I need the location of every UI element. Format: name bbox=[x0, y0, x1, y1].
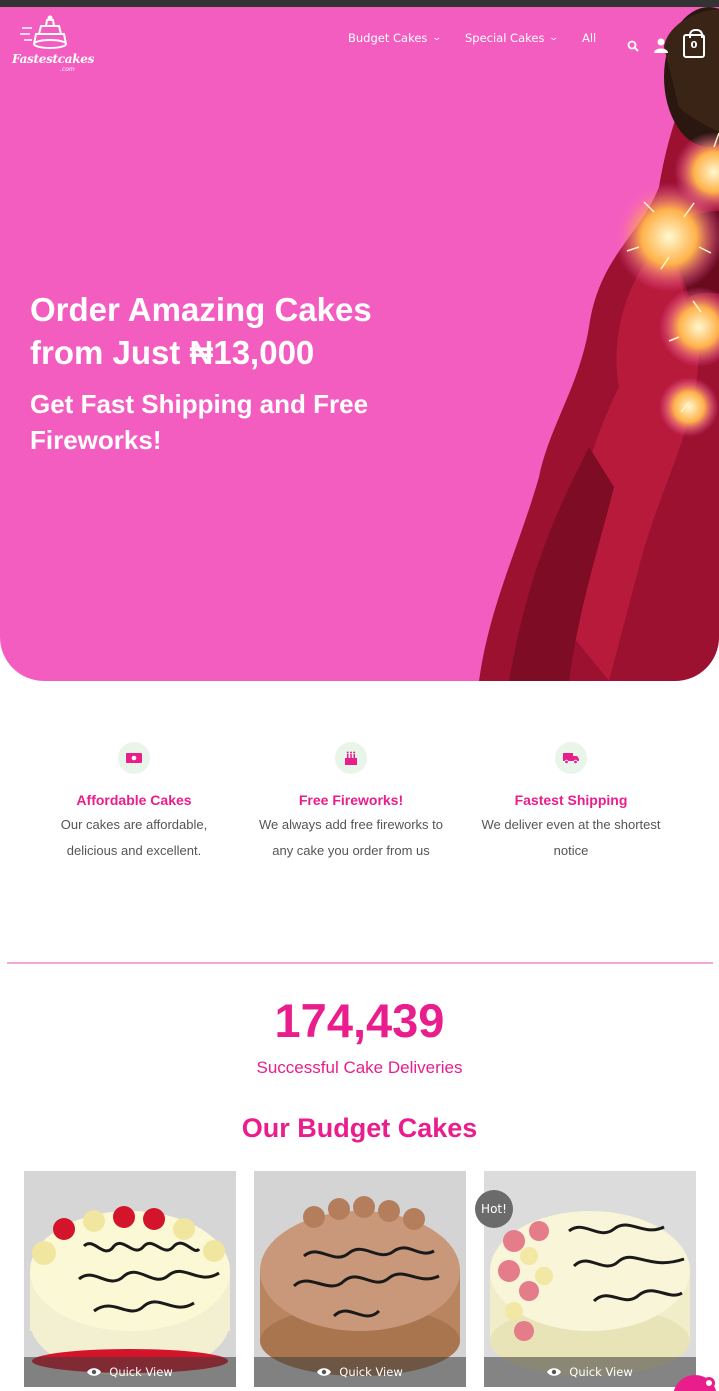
feature-shipping: Fastest Shipping We deliver even at the … bbox=[471, 742, 671, 864]
truck-icon bbox=[555, 742, 587, 774]
feature-fireworks: Free Fireworks! We always add free firew… bbox=[251, 742, 451, 864]
feature-description: We deliver even at the shortest notice bbox=[481, 817, 661, 858]
search-icon[interactable] bbox=[627, 40, 639, 52]
quick-view-button[interactable]: Quick View bbox=[484, 1357, 696, 1387]
feature-description: We always add free fireworks to any cake… bbox=[259, 817, 443, 858]
chevron-down-icon: ⌄ bbox=[431, 33, 443, 43]
eye-icon bbox=[317, 1368, 332, 1376]
cake-logo-icon bbox=[20, 15, 67, 49]
product-card[interactable]: Quick View bbox=[24, 1171, 236, 1387]
eye-icon bbox=[547, 1368, 562, 1376]
product-image bbox=[484, 1171, 696, 1387]
logo-wordmark: Fastestcakes bbox=[12, 52, 95, 66]
delivery-counter: 174,439 bbox=[274, 994, 445, 1047]
account-icon[interactable] bbox=[654, 38, 668, 53]
quick-view-label: Quick View bbox=[339, 1365, 403, 1379]
logo-suffix: .com bbox=[60, 66, 75, 73]
hero-headline: Order Amazing Cakes from Just ₦13,000 bbox=[30, 291, 372, 371]
feature-title: Fastest Shipping bbox=[514, 792, 628, 808]
nav-label: All bbox=[582, 31, 597, 45]
feature-affordable: Affordable Cakes Our cakes are affordabl… bbox=[34, 742, 234, 864]
product-card[interactable]: Quick View bbox=[254, 1171, 466, 1387]
quick-view-label: Quick View bbox=[569, 1365, 633, 1379]
nav-item-special-cakes[interactable]: Special Cakes ⌄ bbox=[464, 31, 560, 45]
nav-label: Special Cakes bbox=[464, 31, 545, 45]
cart-icon[interactable]: 0 bbox=[683, 29, 705, 58]
quick-view-button[interactable]: Quick View bbox=[24, 1357, 236, 1387]
quick-view-label: Quick View bbox=[109, 1365, 173, 1379]
feature-title: Affordable Cakes bbox=[76, 792, 192, 808]
nav-item-all[interactable]: All bbox=[582, 31, 596, 45]
hot-badge: Hot! bbox=[475, 1190, 513, 1228]
chevron-down-icon: ⌄ bbox=[548, 33, 560, 43]
product-card[interactable]: Quick View bbox=[484, 1171, 696, 1387]
main-nav: Budget Cakes ⌄ Special Cakes ⌄ All bbox=[348, 31, 620, 45]
notification-dot-icon bbox=[703, 1377, 715, 1389]
hero-photo bbox=[479, 7, 719, 681]
product-image bbox=[254, 1171, 466, 1387]
feature-description: Our cakes are affordable, delicious and … bbox=[60, 817, 208, 858]
cart-count: 0 bbox=[690, 40, 698, 51]
quick-view-button[interactable]: Quick View bbox=[254, 1357, 466, 1387]
site-logo[interactable]: Fastestcakes .com bbox=[12, 14, 95, 76]
nav-item-budget-cakes[interactable]: Budget Cakes ⌄ bbox=[348, 31, 443, 45]
hero-subheadline: Get Fast Shipping and Free Fireworks! bbox=[30, 389, 369, 455]
product-image bbox=[24, 1171, 236, 1387]
feature-title: Free Fireworks! bbox=[298, 792, 404, 808]
budget-cakes-heading: Our Budget Cakes bbox=[241, 1113, 478, 1143]
cake-icon bbox=[335, 742, 367, 774]
eye-icon bbox=[87, 1368, 102, 1376]
nav-label: Budget Cakes bbox=[348, 31, 428, 45]
top-bar bbox=[0, 0, 719, 7]
delivery-counter-label: Successful Cake Deliveries bbox=[256, 1058, 463, 1077]
money-icon bbox=[118, 742, 150, 774]
section-divider bbox=[7, 962, 713, 964]
